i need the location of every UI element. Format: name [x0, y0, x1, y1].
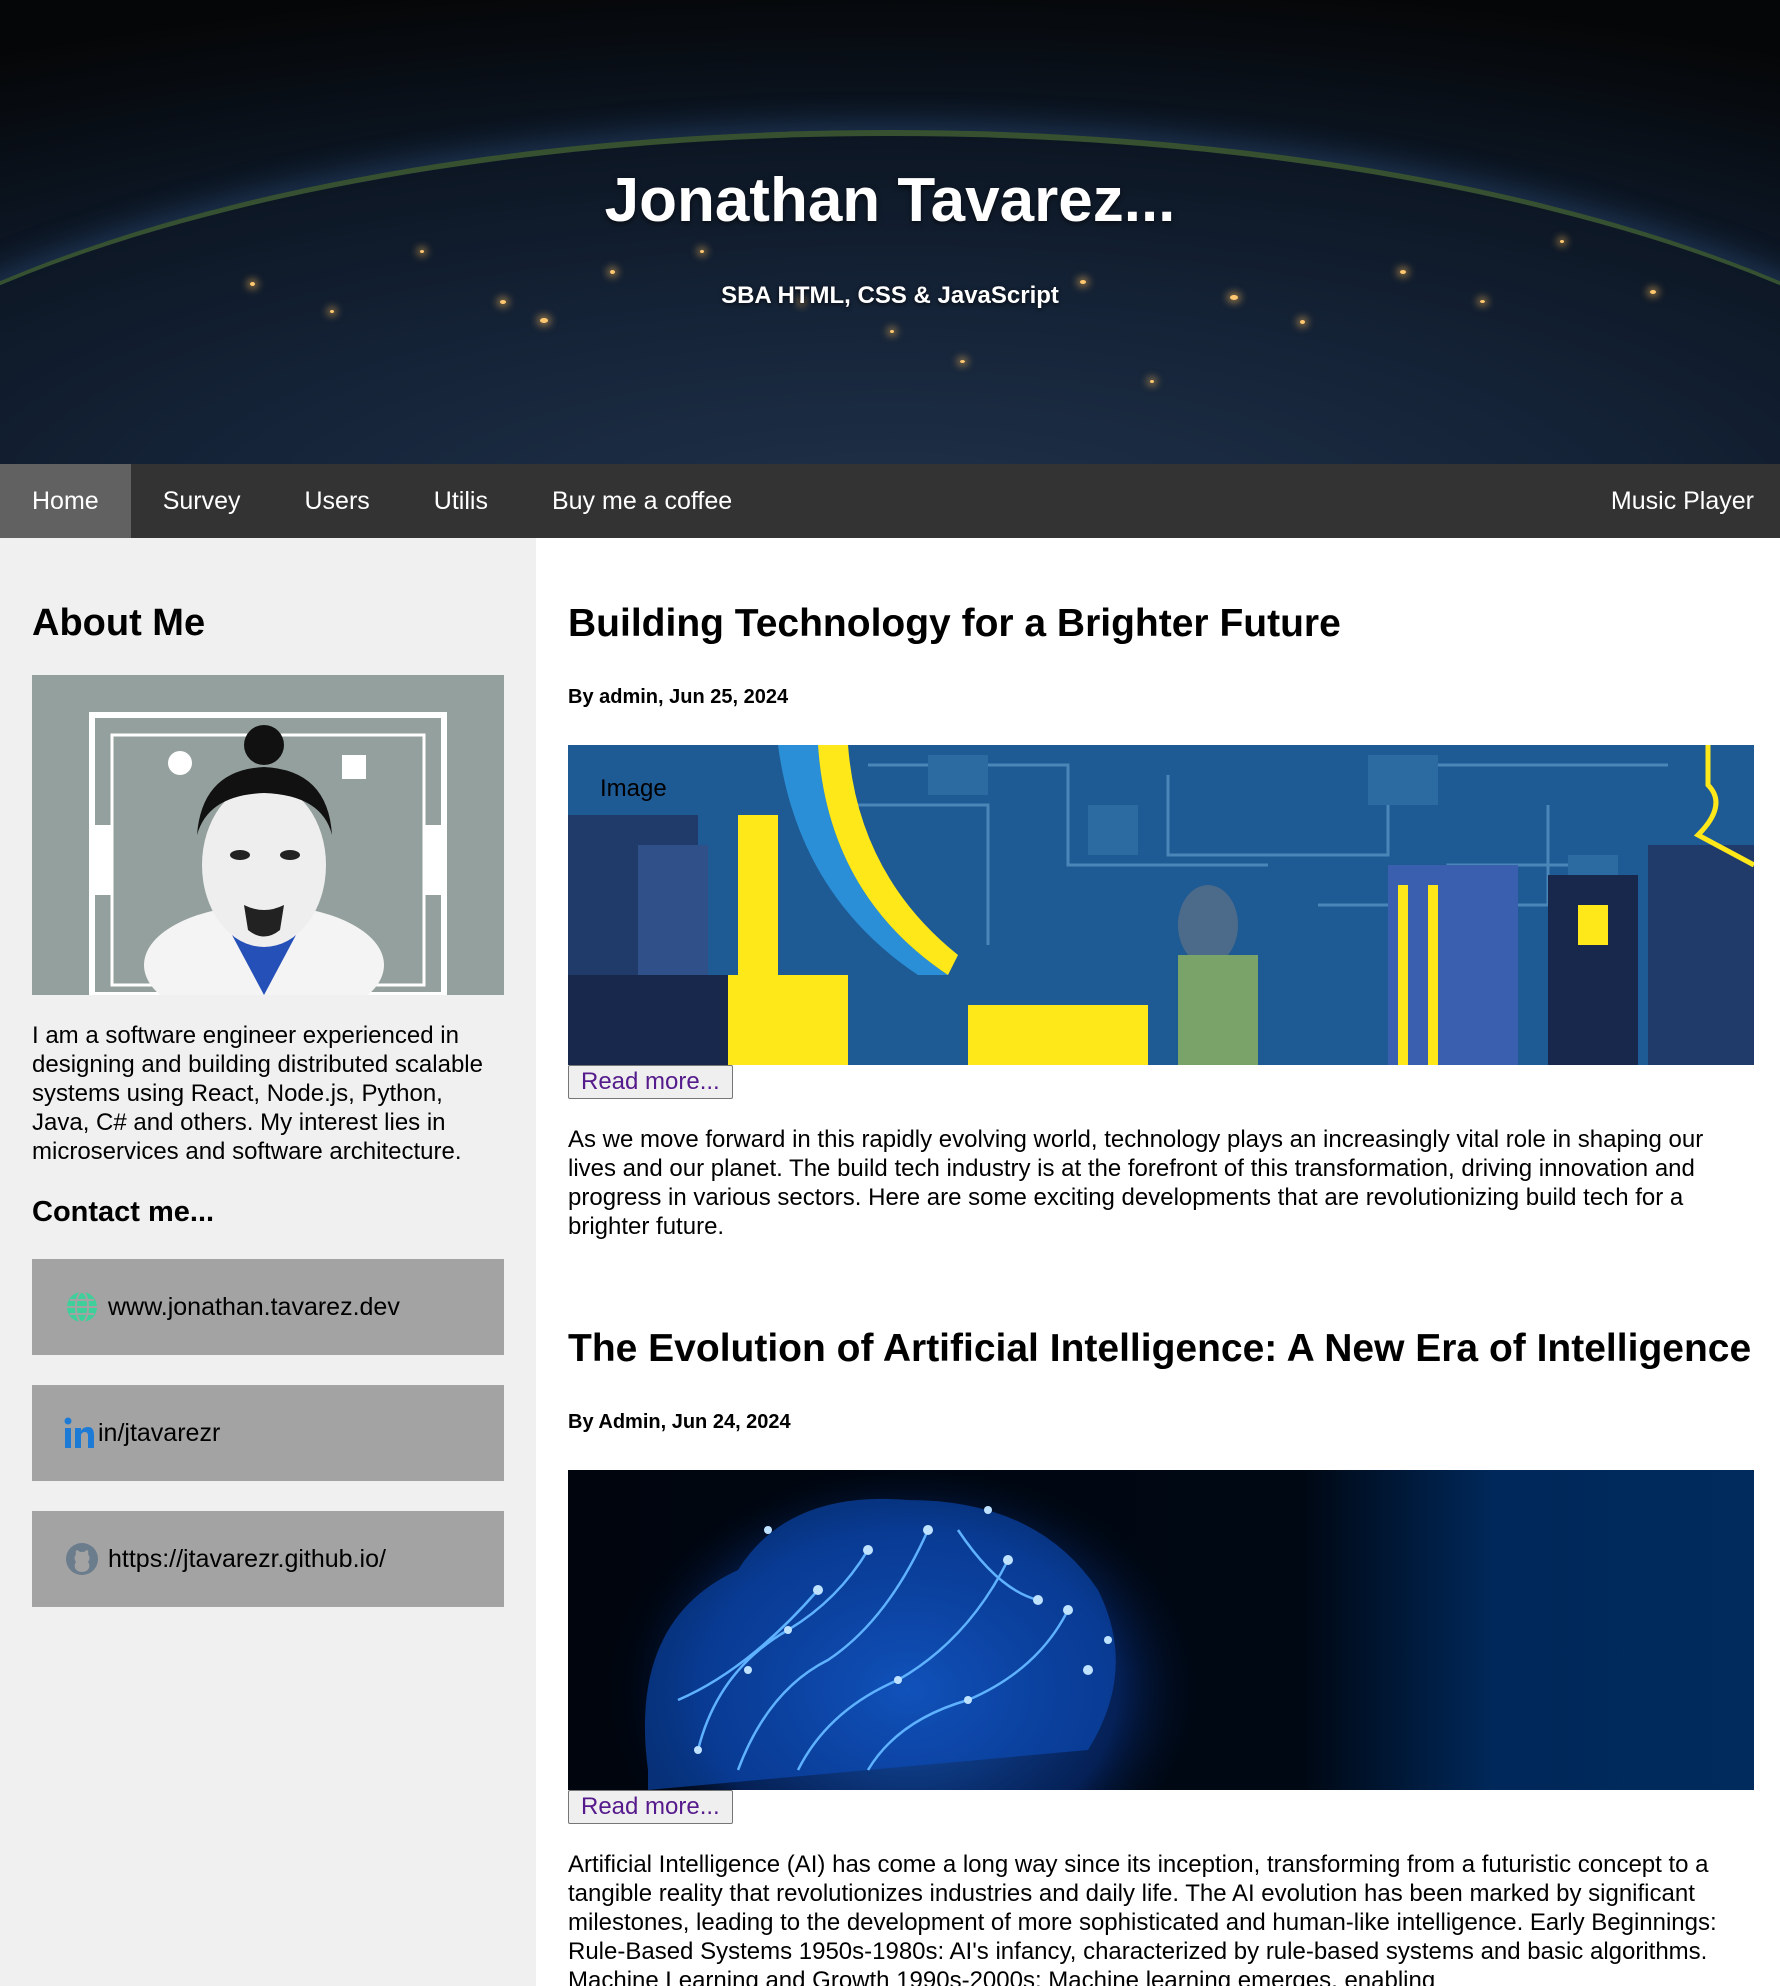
site-title: Jonathan Tavarez...: [604, 166, 1176, 235]
contact-linkedin-label: in/jtavarezr: [98, 1418, 221, 1447]
nav-item-utilis[interactable]: Utilis: [402, 464, 520, 538]
blog-post: The Evolution of Artificial Intelligence…: [568, 1327, 1754, 1986]
top-nav: Home Survey Users Utilis Buy me a coffee…: [0, 464, 1780, 538]
post-meta: By Admin, Jun 24, 2024: [568, 1411, 791, 1433]
post-title: Building Technology for a Brighter Futur…: [568, 602, 1341, 645]
contact-github[interactable]: https://jtavarezr.github.io/: [32, 1511, 504, 1607]
about-heading: About Me: [32, 602, 206, 644]
nav-item-users[interactable]: Users: [273, 464, 402, 538]
globe-icon: [64, 1289, 100, 1325]
github-icon: [64, 1541, 100, 1577]
linkedin-icon: [64, 1415, 94, 1451]
post-meta: By admin, Jun 25, 2024: [568, 686, 789, 708]
about-text: I am a software engineer experienced in …: [32, 1022, 483, 1165]
contact-website[interactable]: www.jonathan.tavarez.dev: [32, 1259, 504, 1355]
image-alt-text: Image: [600, 775, 667, 802]
nav-item-home[interactable]: Home: [0, 464, 131, 538]
post-image: Image: [568, 745, 1754, 1065]
read-more-button[interactable]: Read more...: [568, 1790, 733, 1824]
post-title: The Evolution of Artificial Intelligence…: [568, 1327, 1752, 1370]
read-more-button[interactable]: Read more...: [568, 1065, 733, 1099]
nav-item-music-player[interactable]: Music Player: [1585, 464, 1780, 538]
avatar: [32, 675, 504, 995]
blog-post: Building Technology for a Brighter Futur…: [568, 602, 1754, 1241]
site-subtitle: SBA HTML, CSS & JavaScript: [721, 282, 1059, 309]
main-content: Building Technology for a Brighter Futur…: [536, 538, 1780, 1986]
post-body: Artificial Intelligence (AI) has come a …: [568, 1851, 1717, 1986]
post-body: As we move forward in this rapidly evolv…: [568, 1126, 1704, 1240]
contact-heading: Contact me...: [32, 1196, 215, 1228]
contact-linkedin[interactable]: in/jtavarezr: [32, 1385, 504, 1481]
contact-website-label: www.jonathan.tavarez.dev: [108, 1292, 400, 1321]
contact-github-label: https://jtavarezr.github.io/: [108, 1544, 386, 1573]
sidebar: About Me I am a software engineer experi…: [0, 538, 536, 1986]
nav-item-survey[interactable]: Survey: [131, 464, 273, 538]
post-image: [568, 1470, 1754, 1790]
hero-header: Jonathan Tavarez... SBA HTML, CSS & Java…: [0, 0, 1780, 464]
nav-item-buy-me-a-coffee[interactable]: Buy me a coffee: [520, 464, 764, 538]
